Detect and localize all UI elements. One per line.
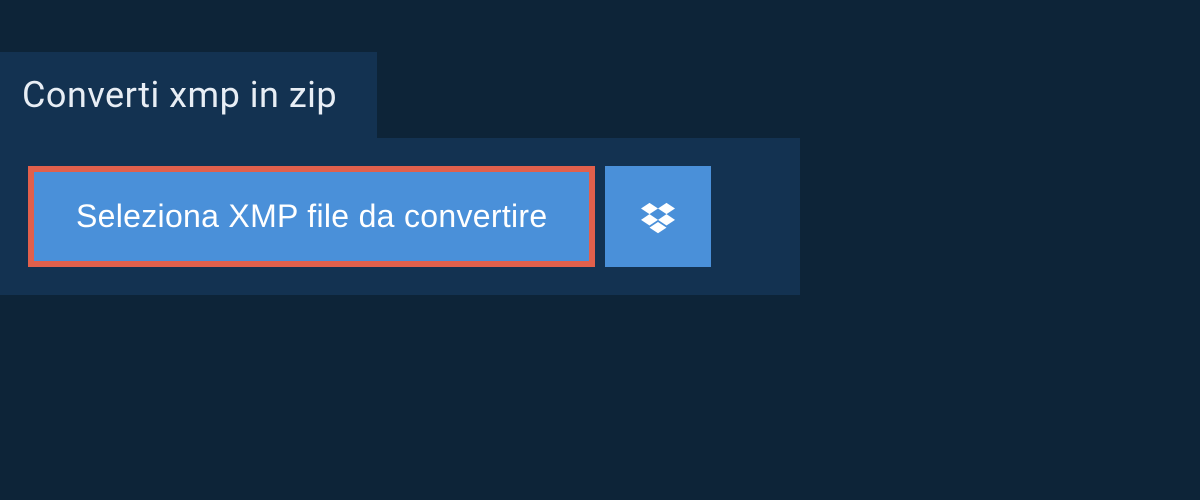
- tab-header: Converti xmp in zip: [0, 52, 377, 138]
- action-row: Seleziona XMP file da convertire: [28, 166, 772, 267]
- select-file-highlight: Seleziona XMP file da convertire: [28, 166, 595, 267]
- page-title: Converti xmp in zip: [22, 74, 337, 116]
- converter-panel: Seleziona XMP file da convertire: [0, 138, 800, 295]
- dropbox-button[interactable]: [605, 166, 711, 267]
- dropbox-icon: [641, 200, 675, 234]
- select-file-button[interactable]: Seleziona XMP file da convertire: [34, 172, 589, 261]
